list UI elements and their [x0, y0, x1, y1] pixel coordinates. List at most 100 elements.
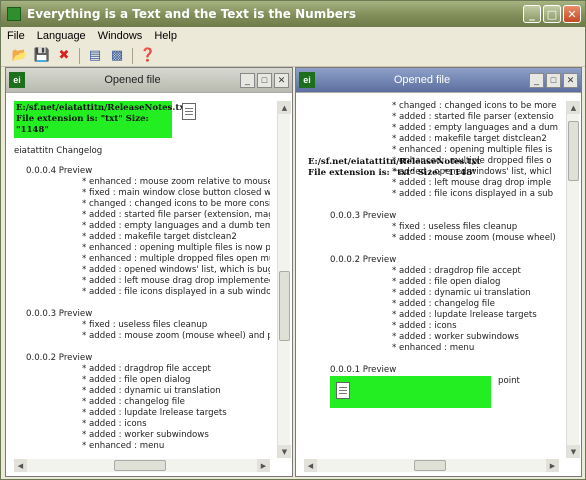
menu-file[interactable]: File [1, 30, 31, 42]
right-horizontal-scrollbar[interactable]: ◀ ▶ [304, 459, 559, 472]
right-content: * changed : changed icons to be more * a… [296, 92, 581, 476]
open-icon[interactable]: 📂 [11, 47, 29, 65]
changelog-item: * changed : changed icons to be more con… [82, 199, 270, 209]
version-heading: 0.0.0.2 Preview [330, 255, 397, 265]
window-title: Everything is a Text and the Text is the… [27, 7, 356, 21]
right-text-view[interactable]: * changed : changed icons to be more * a… [304, 101, 559, 458]
main-window: Everything is a Text and the Text is the… [0, 0, 586, 480]
scroll-right-icon[interactable]: ▶ [546, 459, 559, 472]
scroll-thumb[interactable] [114, 460, 166, 471]
version-heading: 0.0.0.3 Preview [330, 211, 397, 221]
sub-close-button[interactable]: ✕ [563, 72, 578, 88]
scroll-left-icon[interactable]: ◀ [304, 459, 317, 472]
left-subwindow[interactable]: ei Opened file _ □ ✕ E:/sf.net/eiatattit… [5, 67, 293, 477]
changelog-item: * added : file icons displayed in a sub … [82, 287, 270, 297]
changelog-item: * added : file open dialog [82, 375, 191, 385]
scroll-down-icon[interactable]: ▼ [567, 445, 580, 458]
scroll-right-icon[interactable]: ▶ [257, 459, 270, 472]
changelog-item-tail: point [498, 376, 520, 386]
menu-bar: File Language Windows Help [1, 27, 585, 45]
cascade-windows-icon[interactable]: ▩ [108, 47, 126, 65]
right-vertical-scrollbar[interactable]: ▲ ▼ [566, 101, 580, 458]
file-extension-info: File extension is: "txt" Size: "1148" [16, 114, 149, 135]
changelog-item: * added : started file parser (extensio [392, 112, 554, 122]
changelog-item: * added : dragdrop file accept [82, 364, 211, 374]
toolbar: 📂 💾 ✖ ▤ ▩ ❓ [1, 45, 585, 67]
left-text-view[interactable]: E:/sf.net/eiatattitn/ReleaseNotes.txt Fi… [14, 101, 270, 458]
scroll-thumb[interactable] [279, 271, 290, 341]
save-icon[interactable]: 💾 [33, 47, 51, 65]
changelog-item: * fixed : main window close button close… [82, 188, 270, 198]
left-horizontal-scrollbar[interactable]: ◀ ▶ [14, 459, 270, 472]
sub-minimize-button[interactable]: _ [240, 72, 255, 88]
version-heading: 0.0.0.2 Preview [26, 353, 93, 363]
minimize-button[interactable]: _ [523, 5, 541, 23]
right-subwindow-title: Opened file [393, 74, 451, 86]
scroll-down-icon[interactable]: ▼ [278, 445, 291, 458]
left-content: E:/sf.net/eiatattitn/ReleaseNotes.txt Fi… [6, 92, 292, 476]
subwindow-app-icon: ei [9, 72, 25, 88]
file-highlight-box [330, 376, 491, 408]
text-file-icon [182, 103, 196, 120]
changelog-item: * added : dragdrop file accept [392, 266, 521, 276]
changelog-item: * added : empty languages and a dum [392, 123, 558, 133]
changelog-item: * added : changelog file [82, 397, 185, 407]
changelog-item: * added : makefile target distclean2 [82, 232, 237, 242]
scroll-up-icon[interactable]: ▲ [567, 101, 580, 114]
changelog-item: * added : mouse zoom (mouse wheel) [392, 233, 556, 243]
toolbar-separator [79, 47, 80, 64]
scroll-left-icon[interactable]: ◀ [14, 459, 27, 472]
changelog-item: * added : opened windows' list, which is… [82, 265, 270, 275]
subwindow-app-icon: ei [299, 72, 315, 88]
sub-minimize-button[interactable]: _ [529, 72, 544, 88]
menu-language[interactable]: Language [31, 30, 92, 42]
changelog-item: * added : empty languages and a dumb tem… [82, 221, 270, 231]
scroll-thumb[interactable] [414, 460, 446, 471]
changelog-item: * added : changelog file [392, 299, 495, 309]
changelog-item: * fixed : useless files cleanup [82, 320, 208, 330]
changelog-item: * enhanced : opening multiple files is n… [82, 243, 270, 253]
changelog-item: * added : file open dialog [392, 277, 501, 287]
changelog-item: * fixed : useless files cleanup [392, 222, 518, 232]
changelog-item: * added : started file parser (extension… [82, 210, 270, 220]
scroll-up-icon[interactable]: ▲ [278, 101, 291, 114]
changelog-item: * enhanced : opening multiple files is [392, 145, 553, 155]
toolbar-separator [132, 47, 133, 64]
changelog-item: * enhanced : menu [392, 343, 475, 353]
sub-maximize-button[interactable]: □ [257, 72, 272, 88]
app-icon [7, 7, 21, 21]
changelog-item: * added : mouse zoom (mouse wheel) and p… [82, 331, 270, 341]
sub-maximize-button[interactable]: □ [546, 72, 561, 88]
right-subwindow-titlebar[interactable]: ei Opened file _ □ ✕ [296, 68, 581, 92]
help-icon[interactable]: ❓ [139, 47, 157, 65]
version-heading: 0.0.0.1 Preview [330, 365, 397, 375]
menu-help[interactable]: Help [148, 30, 183, 42]
version-heading: 0.0.0.3 Preview [26, 309, 93, 319]
text-file-icon [336, 382, 350, 399]
changelog-item: * added : lupdate lrelease targets [392, 310, 537, 320]
changelog-item: * added : left mouse drag drop imple [392, 178, 552, 188]
changelog-item: * enhanced : menu [82, 441, 165, 451]
left-vertical-scrollbar[interactable]: ▲ ▼ [277, 101, 291, 458]
menu-windows[interactable]: Windows [92, 30, 149, 42]
changelog-item: * added : makefile target distclean2 [392, 134, 547, 144]
maximize-button[interactable]: □ [543, 5, 561, 23]
file-path: E:/sf.net/eiatattitn/ReleaseNotes.txt [16, 103, 189, 113]
changelog-item: * added : icons [82, 419, 147, 429]
left-subwindow-titlebar[interactable]: ei Opened file _ □ ✕ [6, 68, 292, 92]
changelog-item: * added : left mouse drag drop implement… [82, 276, 270, 286]
title-bar[interactable]: Everything is a Text and the Text is the… [1, 1, 585, 27]
file-info-overlay: File extension is: "txt" Size: "1148" [308, 168, 477, 178]
changelog-item: * enhanced : multiple dropped files open… [82, 254, 270, 264]
close-button[interactable]: ✕ [563, 5, 581, 23]
changelog-item: * added : dynamic ui translation [392, 288, 531, 298]
changelog-item: * added : icons [392, 321, 457, 331]
sub-close-button[interactable]: ✕ [274, 72, 289, 88]
changelog-item: * added : worker subwindows [82, 430, 209, 440]
scroll-thumb[interactable] [568, 121, 579, 181]
close-red-x-icon[interactable]: ✖ [55, 47, 73, 65]
right-subwindow[interactable]: ei Opened file _ □ ✕ * changed : changed… [295, 67, 582, 477]
file-info-box: E:/sf.net/eiatattitn/ReleaseNotes.txt Fi… [14, 101, 189, 138]
tile-windows-icon[interactable]: ▤ [86, 47, 104, 65]
left-subwindow-title: Opened file [104, 74, 161, 86]
